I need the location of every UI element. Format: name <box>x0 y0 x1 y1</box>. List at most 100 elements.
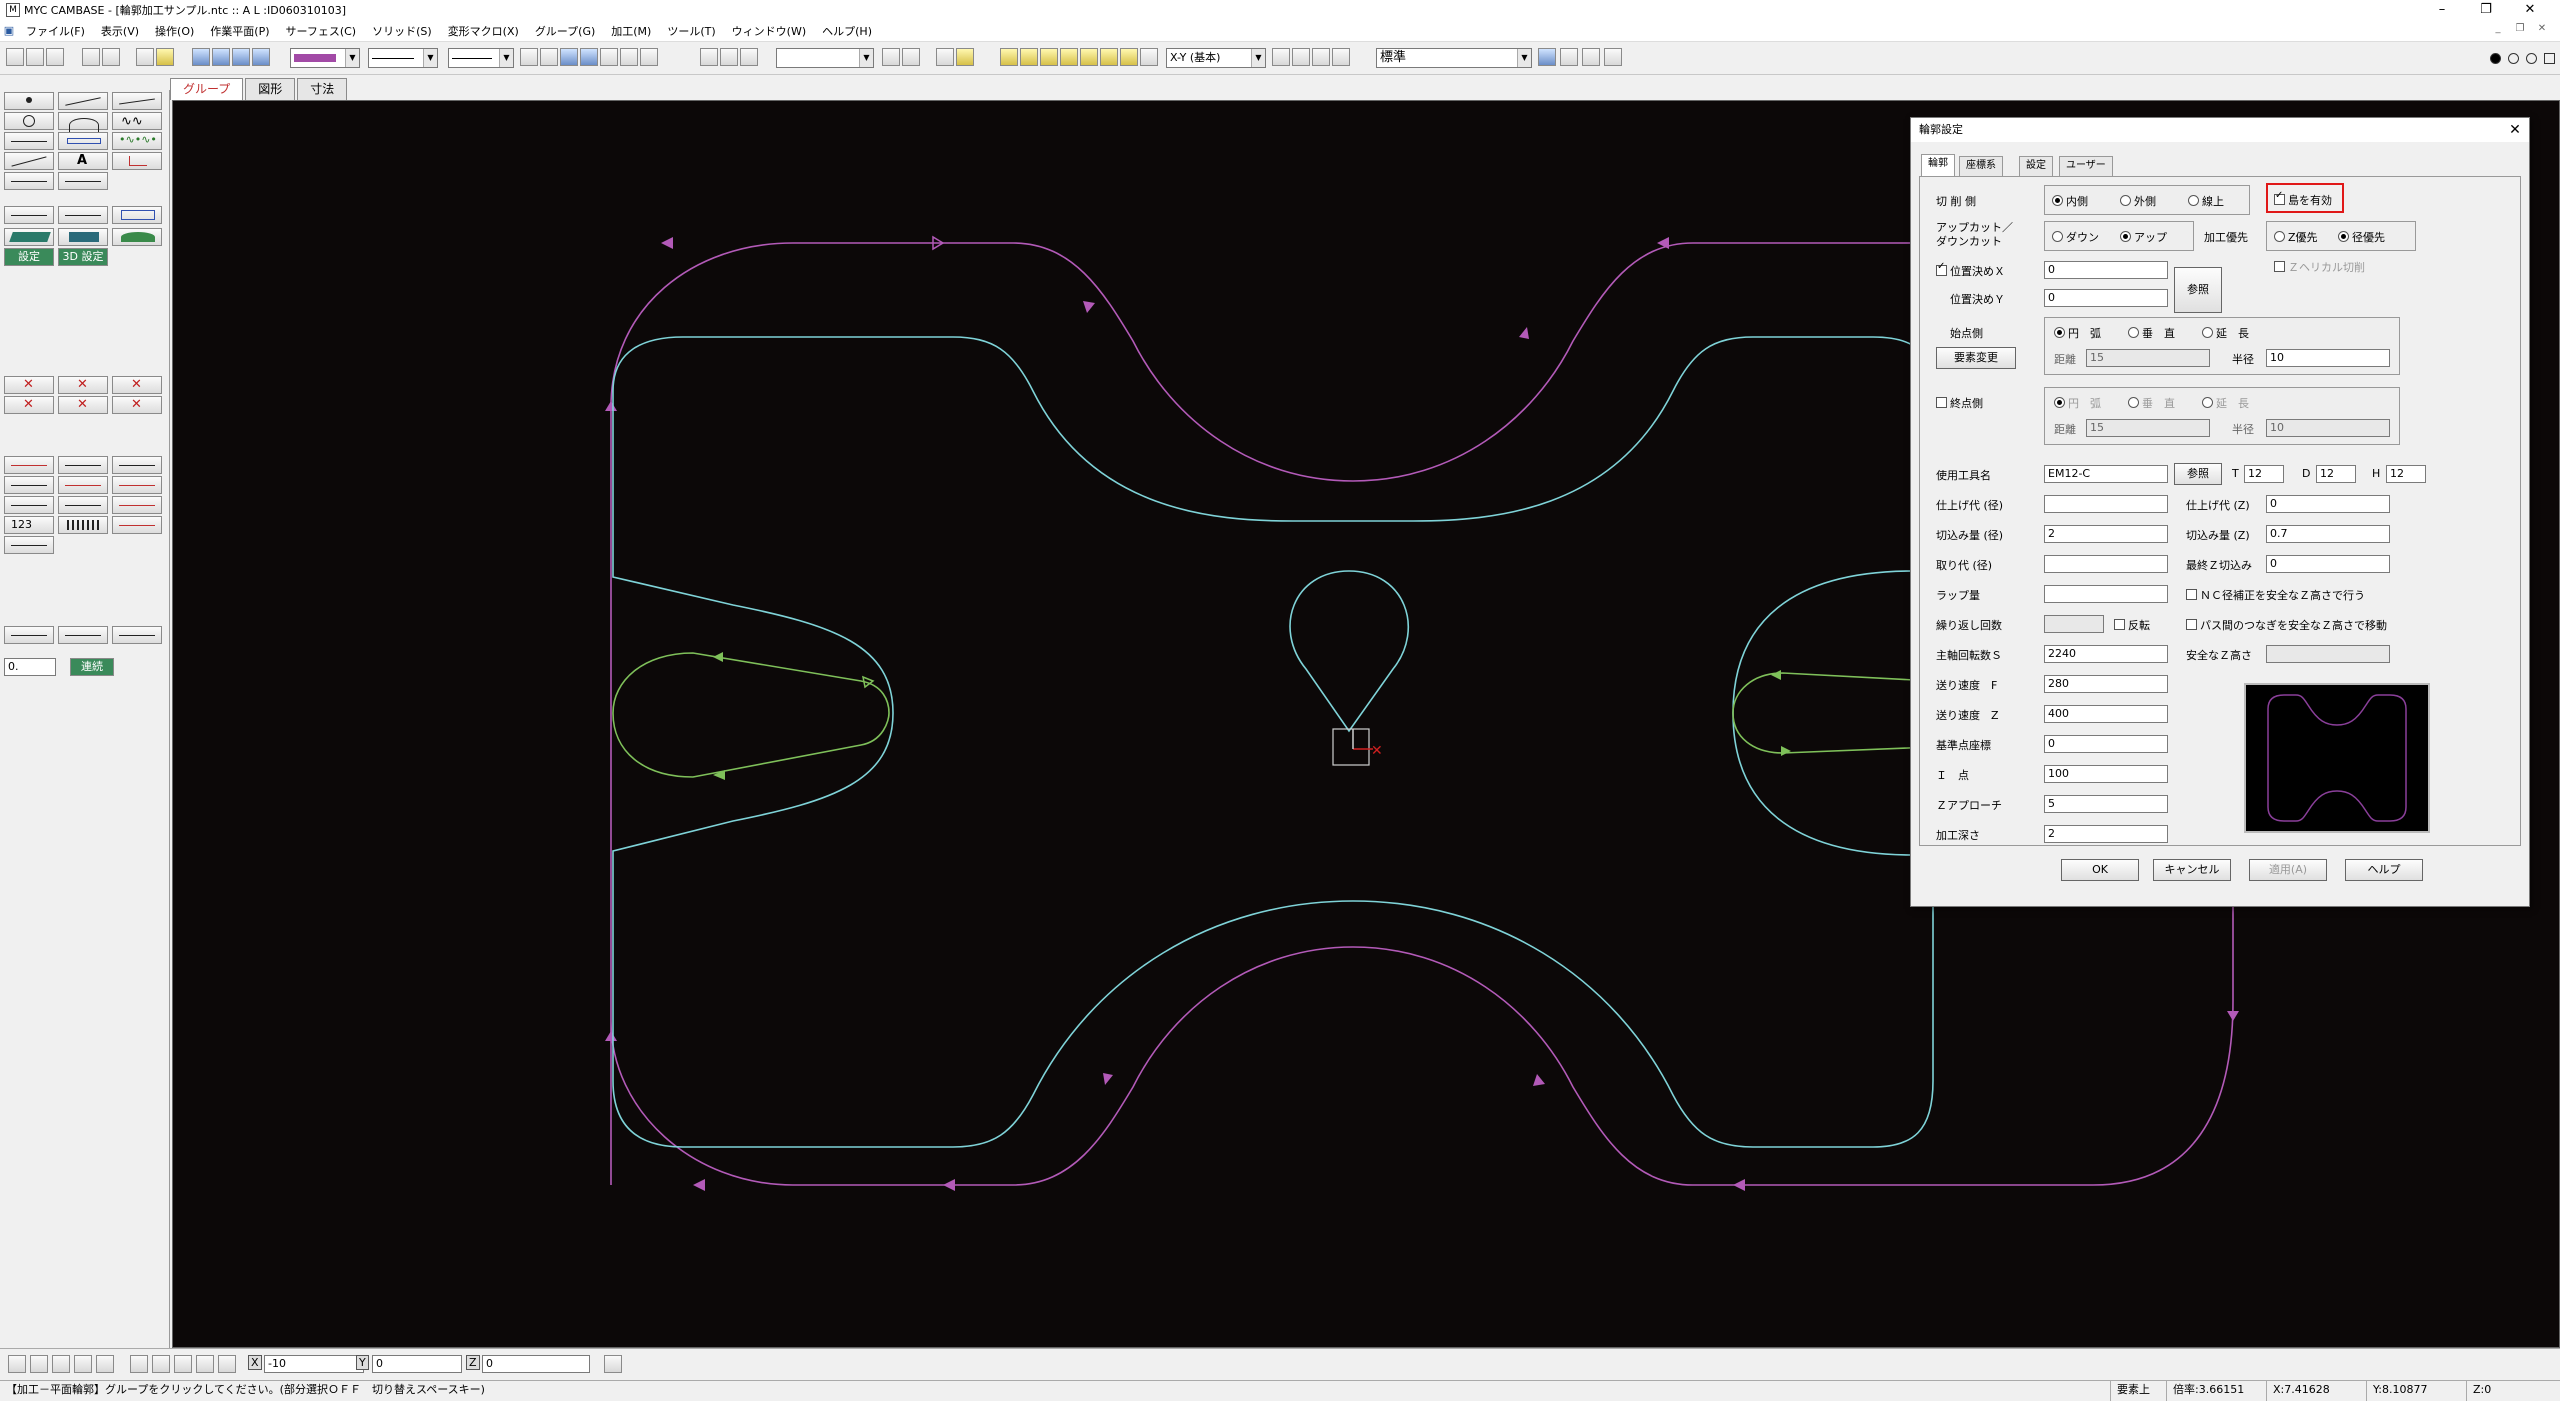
line-tool[interactable] <box>58 92 108 110</box>
z-priority-radio[interactable]: Z優先 <box>2274 229 2318 245</box>
mode-radio-3[interactable] <box>2526 53 2537 64</box>
tab-group[interactable]: グループ <box>170 78 244 100</box>
helical-checkbox[interactable]: Ｚヘリカル切削 <box>2274 259 2365 275</box>
base-point-field[interactable]: 0 <box>2044 735 2168 753</box>
cylinder-icon[interactable] <box>1100 48 1118 66</box>
bottom-tool-5-icon[interactable] <box>96 1355 114 1373</box>
undo-icon[interactable] <box>82 48 100 66</box>
extend-tool[interactable]: ✕ <box>112 396 162 414</box>
end-vertical-radio[interactable]: 垂 直 <box>2128 395 2175 411</box>
refresh-icon[interactable] <box>1538 48 1556 66</box>
ok-button[interactable]: OK <box>2061 859 2139 881</box>
stock-field[interactable] <box>2044 555 2168 573</box>
view-icon[interactable] <box>192 48 210 66</box>
menu-surface[interactable]: サーフェス(C) <box>278 23 365 39</box>
mirror-tool[interactable] <box>58 476 108 494</box>
pattern-tool[interactable] <box>58 516 108 534</box>
snap-icon[interactable] <box>640 48 658 66</box>
settings-button[interactable]: 設定 <box>4 248 54 266</box>
surface-icon[interactable] <box>1060 48 1078 66</box>
dialog-tab-settings[interactable]: 設定 <box>2019 156 2053 176</box>
dim-chain-tool[interactable] <box>112 206 162 224</box>
number-tool[interactable]: 123 <box>4 516 54 534</box>
i-point-field[interactable]: 100 <box>2044 765 2168 783</box>
solid-tool[interactable] <box>58 228 108 246</box>
z-approach-field[interactable]: 5 <box>2044 795 2168 813</box>
save-file-icon[interactable] <box>46 48 64 66</box>
render-icon[interactable] <box>580 48 598 66</box>
bottom-tool-6-icon[interactable] <box>130 1355 148 1373</box>
linewidth-select[interactable]: ▼ <box>448 48 514 68</box>
cut-z-field[interactable]: 0.7 <box>2266 525 2390 543</box>
spindle-field[interactable]: 2240 <box>2044 645 2168 663</box>
box-icon[interactable] <box>1000 48 1018 66</box>
rotate-tool[interactable] <box>4 476 54 494</box>
grid-icon[interactable] <box>136 48 154 66</box>
dialog-tab-user[interactable]: ユーザー <box>2059 156 2113 176</box>
mdi-minimize-icon[interactable]: _ <box>2490 23 2506 39</box>
bottom-tool-7-icon[interactable] <box>152 1355 170 1373</box>
cancel-button[interactable]: キャンセル <box>2153 859 2231 881</box>
nc-compensation-checkbox[interactable]: ＮＣ径補正を安全なＺ高さで行う <box>2186 587 2365 603</box>
document-icon[interactable]: ▣ <box>0 24 18 37</box>
element-change-button[interactable]: 要素変更 <box>1936 347 2016 369</box>
workplane-select[interactable]: ▼ <box>776 48 874 68</box>
menu-macro[interactable]: 変形マクロ(X) <box>440 23 527 39</box>
feed-z-field[interactable]: 400 <box>2044 705 2168 723</box>
view-top-icon[interactable] <box>1312 48 1330 66</box>
break-tool[interactable] <box>4 536 54 554</box>
apply-button[interactable]: 適用(A) <box>2249 859 2327 881</box>
menu-operation[interactable]: 操作(O) <box>147 23 202 39</box>
split-tool[interactable]: ✕ <box>58 396 108 414</box>
hide-icon[interactable] <box>620 48 638 66</box>
cut-amount-field[interactable]: 2 <box>2044 525 2168 543</box>
bottom-tool-4-icon[interactable] <box>74 1355 92 1373</box>
island-enable-checkbox[interactable]: 島を有効 <box>2274 190 2332 208</box>
fillet-tool[interactable] <box>58 496 108 514</box>
solid-icon[interactable] <box>1040 48 1058 66</box>
sweep-tool[interactable] <box>112 228 162 246</box>
numeric-input[interactable]: 0. <box>4 658 56 676</box>
depth-field[interactable]: 2 <box>2044 825 2168 843</box>
open-file-icon[interactable] <box>26 48 44 66</box>
tab-shape[interactable]: 図形 <box>245 78 296 100</box>
sphere-icon[interactable] <box>1080 48 1098 66</box>
polyline-tool[interactable] <box>4 152 54 170</box>
reverse-checkbox[interactable]: 反転 <box>2114 617 2150 633</box>
end-radius-field[interactable]: 10 <box>2266 419 2390 437</box>
arc-tool[interactable] <box>58 112 108 132</box>
end-side-checkbox[interactable]: 終点側 <box>1936 395 1983 411</box>
highlight-icon[interactable] <box>956 48 974 66</box>
h-field[interactable]: 12 <box>2386 465 2426 483</box>
dist-tool[interactable] <box>112 516 162 534</box>
ortho-icon[interactable] <box>700 48 718 66</box>
measure-tool-icon[interactable] <box>1604 48 1622 66</box>
shade-icon[interactable] <box>560 48 578 66</box>
rotate-icon[interactable] <box>882 48 900 66</box>
menu-file[interactable]: ファイル(F) <box>18 23 93 39</box>
color-select[interactable]: ▼ <box>290 48 360 68</box>
link-icon[interactable] <box>1582 48 1600 66</box>
menu-solid[interactable]: ソリッド(S) <box>364 23 440 39</box>
start-distance-field[interactable]: 15 <box>2086 349 2210 367</box>
mode-radio-4[interactable] <box>2544 53 2555 64</box>
tool-ref-button[interactable]: 参照 <box>2174 463 2222 485</box>
dialog-close-button[interactable]: ✕ <box>2505 120 2525 140</box>
rectangle-tool[interactable] <box>4 132 54 150</box>
path-link-checkbox[interactable]: パス間のつなぎを安全なＺ高さで移動 <box>2186 617 2387 633</box>
scale-tool[interactable] <box>112 476 162 494</box>
z-coord-field[interactable]: 0 <box>482 1355 590 1373</box>
restore-button[interactable]: ❐ <box>2464 0 2508 20</box>
linetype-select[interactable]: ▼ <box>368 48 438 68</box>
position-x-field[interactable]: 0 <box>2044 261 2168 279</box>
menu-machining[interactable]: 加工(M) <box>603 23 659 39</box>
end-extend-radio[interactable]: 延 長 <box>2202 395 2249 411</box>
view-iso-icon[interactable] <box>1332 48 1350 66</box>
bottom-tool-8-icon[interactable] <box>174 1355 192 1373</box>
position-ref-button[interactable]: 参照 <box>2174 267 2222 313</box>
end-arc-radio[interactable]: 円 弧 <box>2054 395 2101 411</box>
trim-tool[interactable]: ✕ <box>4 396 54 414</box>
tab-dimension[interactable]: 寸法 <box>297 78 348 100</box>
cancel-op-icon[interactable] <box>1560 48 1578 66</box>
minimize-button[interactable]: – <box>2420 0 2464 20</box>
